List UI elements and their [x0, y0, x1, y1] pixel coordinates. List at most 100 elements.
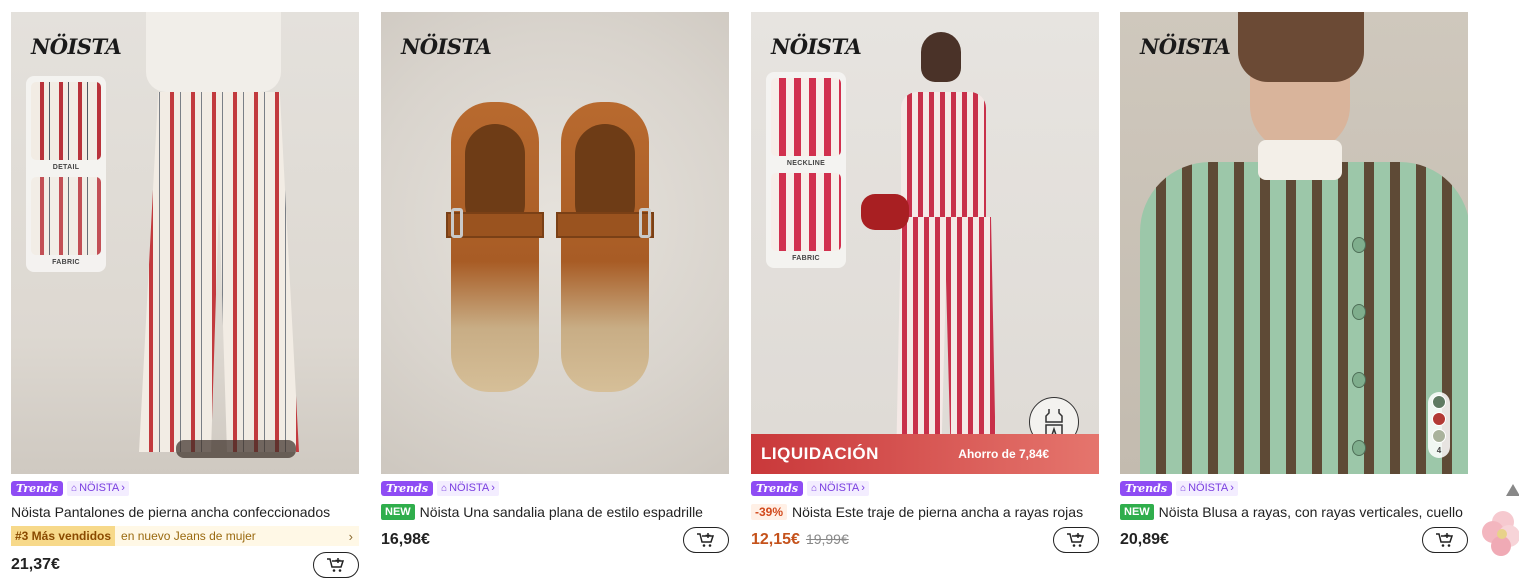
sale-price: 12,15€ [751, 531, 800, 548]
model-top [146, 12, 281, 92]
ranking-badge: #3 Más vendidos [11, 526, 116, 546]
buckle [451, 208, 463, 238]
store-link[interactable]: ⌂ NÖISTA › [807, 481, 869, 496]
price: 16,98€ [381, 531, 430, 548]
store-icon: ⌂ [811, 483, 818, 494]
shoe-right-illustration [561, 102, 649, 392]
product-title[interactable]: Nöista Pantalones de pierna ancha confec… [11, 504, 330, 520]
striped-top-illustration [901, 92, 986, 222]
store-name: NÖISTA [449, 482, 490, 494]
product-image[interactable]: NÖISTA NECKLINE FABRIC LIQUIDACIÓN Ahorr… [751, 12, 1099, 474]
blouse-button [1352, 440, 1366, 456]
new-badge: NEW [1120, 504, 1154, 520]
color-swatch[interactable] [1432, 429, 1446, 443]
add-to-cart-icon [1436, 533, 1454, 547]
price-row: 12,15€ 19,99€ [751, 527, 1099, 553]
add-to-cart-button[interactable] [1422, 527, 1468, 553]
add-to-cart-icon [327, 558, 345, 572]
original-price: 19,99€ [805, 531, 849, 547]
color-swatch[interactable] [1432, 395, 1446, 409]
flower-decoration-icon[interactable] [1475, 502, 1519, 558]
store-name: NÖISTA [819, 482, 860, 494]
clearance-banner: LIQUIDACIÓN Ahorro de 7,84€ [751, 434, 1099, 474]
price: 21,37€ [11, 556, 60, 573]
add-to-cart-button[interactable] [683, 527, 729, 553]
blouse-button [1352, 372, 1366, 388]
trousers-illustration [139, 92, 299, 452]
handbag-illustration [861, 194, 909, 230]
brand-logo: NÖISTA [401, 34, 492, 59]
store-link[interactable]: ⌂ NÖISTA › [67, 481, 129, 496]
inset-caption-detail: DETAIL [52, 164, 80, 171]
tag-row: Trends ⌂ NÖISTA › [381, 481, 729, 496]
chevron-right-icon: › [491, 482, 495, 494]
detail-inset: NECKLINE FABRIC [766, 72, 846, 268]
store-name: NÖISTA [1188, 482, 1229, 494]
product-title[interactable]: Nöista Una sandalia plana de estilo espa… [420, 504, 703, 520]
product-image[interactable]: NÖISTA 4 [1120, 12, 1468, 474]
color-swatch[interactable] [1432, 412, 1446, 426]
price-row: 16,98€ [381, 527, 729, 553]
trends-badge[interactable]: Trends [381, 481, 434, 496]
tag-row: Trends ⌂ NÖISTA › [11, 481, 359, 496]
add-to-cart-button[interactable] [1053, 527, 1099, 553]
detail-inset: DETAIL FABRIC [26, 76, 106, 272]
brand-logo: NÖISTA [31, 34, 122, 59]
blouse-collar [1258, 140, 1342, 180]
scroll-top-icon[interactable] [1506, 484, 1519, 496]
add-to-cart-icon [1067, 533, 1085, 547]
title-row: NEW Nöista Blusa a rayas, con rayas vert… [1120, 503, 1468, 521]
chevron-right-icon: › [1230, 482, 1234, 494]
store-link[interactable]: ⌂ NÖISTA › [1176, 481, 1238, 496]
price-row: 20,89€ [1120, 527, 1468, 553]
striped-pants-illustration [896, 217, 996, 467]
brand-logo: NÖISTA [771, 34, 862, 59]
tag-row: Trends ⌂ NÖISTA › [1120, 481, 1468, 496]
add-to-cart-icon [697, 533, 715, 547]
title-row: NEW Nöista Una sandalia plana de estilo … [381, 503, 729, 521]
tag-row: Trends ⌂ NÖISTA › [751, 481, 1099, 496]
inset-caption-fabric: FABRIC [792, 255, 820, 262]
striped-blouse-illustration [1140, 162, 1468, 474]
color-swatches: 4 [1428, 392, 1450, 458]
brand-logo: NÖISTA [1140, 34, 1231, 59]
fabric-swatch [771, 173, 841, 251]
product-card[interactable]: NÖISTA DETAIL FABRIC Trends ⌂ NÖISTA › N… [11, 12, 359, 578]
inset-caption-fabric: FABRIC [52, 259, 80, 266]
chevron-right-icon: › [861, 482, 865, 494]
store-icon: ⌂ [441, 483, 448, 494]
swatch-count: 4 [1436, 446, 1442, 455]
detail-swatch [31, 82, 101, 160]
store-icon: ⌂ [71, 483, 78, 494]
ranking-banner[interactable]: #3 Más vendidos en nuevo Jeans de mujer … [11, 526, 359, 546]
trends-badge[interactable]: Trends [751, 481, 804, 496]
add-to-cart-button[interactable] [313, 552, 359, 578]
product-title[interactable]: Nöista Este traje de pierna ancha a raya… [792, 504, 1083, 520]
price: 20,89€ [1120, 531, 1169, 548]
chevron-right-icon: › [121, 482, 125, 494]
product-title[interactable]: Nöista Blusa a rayas, con rayas vertical… [1159, 504, 1463, 520]
sandals-illustration [176, 440, 296, 458]
product-grid: NÖISTA DETAIL FABRIC Trends ⌂ NÖISTA › N… [0, 0, 1519, 587]
trends-badge[interactable]: Trends [1120, 481, 1173, 496]
ranking-text: en nuevo Jeans de mujer [121, 529, 256, 543]
trends-badge[interactable]: Trends [11, 481, 64, 496]
product-image[interactable]: NÖISTA [381, 12, 729, 474]
title-row: Nöista Pantalones de pierna ancha confec… [11, 503, 359, 521]
neckline-swatch [771, 78, 841, 156]
product-card[interactable]: NÖISTA 4 Trends ⌂ NÖISTA › NEW Nöista Bl… [1120, 12, 1468, 553]
inset-caption-neckline: NECKLINE [786, 160, 826, 167]
blouse-button [1352, 304, 1366, 320]
product-card[interactable]: NÖISTA Trends ⌂ NÖISTA › NEW Nöista Una … [381, 12, 729, 553]
store-link[interactable]: ⌂ NÖISTA › [437, 481, 499, 496]
chevron-right-icon: › [348, 528, 353, 544]
fabric-swatch [31, 177, 101, 255]
price-row: 21,37€ [11, 552, 359, 578]
clearance-label: LIQUIDACIÓN [761, 444, 879, 463]
title-row: -39% Nöista Este traje de pierna ancha a… [751, 503, 1099, 521]
product-image[interactable]: NÖISTA DETAIL FABRIC [11, 12, 359, 474]
new-badge: NEW [381, 504, 415, 520]
blouse-button [1352, 237, 1366, 253]
shoe-left-illustration [451, 102, 539, 392]
product-card[interactable]: NÖISTA NECKLINE FABRIC LIQUIDACIÓN Ahorr… [751, 12, 1099, 553]
